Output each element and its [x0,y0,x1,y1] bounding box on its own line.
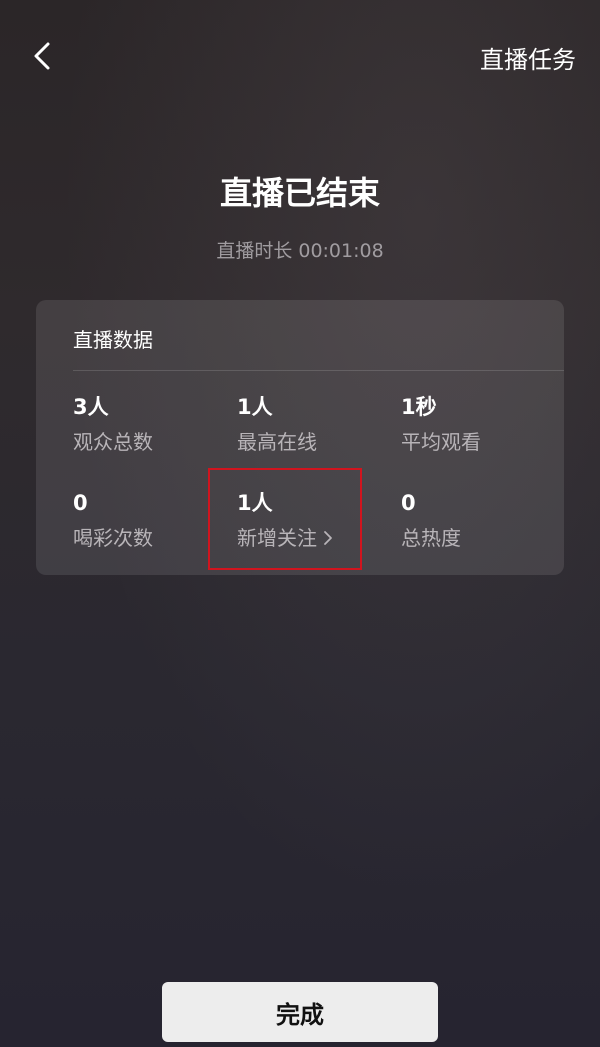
stat-value: 3人 [73,395,109,419]
done-button[interactable]: 完成 [162,982,438,1042]
card-divider [73,370,564,371]
chevron-left-icon [34,42,50,70]
live-task-link[interactable]: 直播任务 [480,40,576,75]
stat-label: 最高在线 [237,430,317,454]
highlight-annotation-box [208,468,362,570]
stat-label: 平均观看 [401,430,481,454]
stat-label: 观众总数 [73,430,153,454]
stat-value: 1秒 [401,395,437,419]
stat-value: 0 [401,491,416,515]
card-title: 直播数据 [73,328,153,352]
stat-average-watch: 1秒 平均观看 [401,392,561,456]
stat-value: 1人 [237,395,273,419]
back-button[interactable] [22,36,62,76]
page-title: 直播已结束 [219,174,380,212]
live-duration: 直播时长 00:01:08 [216,240,384,262]
stat-peak-online: 1人 最高在线 [237,392,397,456]
stat-total-viewers: 3人 观众总数 [73,392,233,456]
stat-label: 总热度 [401,526,461,550]
stat-total-heat: 0 总热度 [401,488,561,552]
